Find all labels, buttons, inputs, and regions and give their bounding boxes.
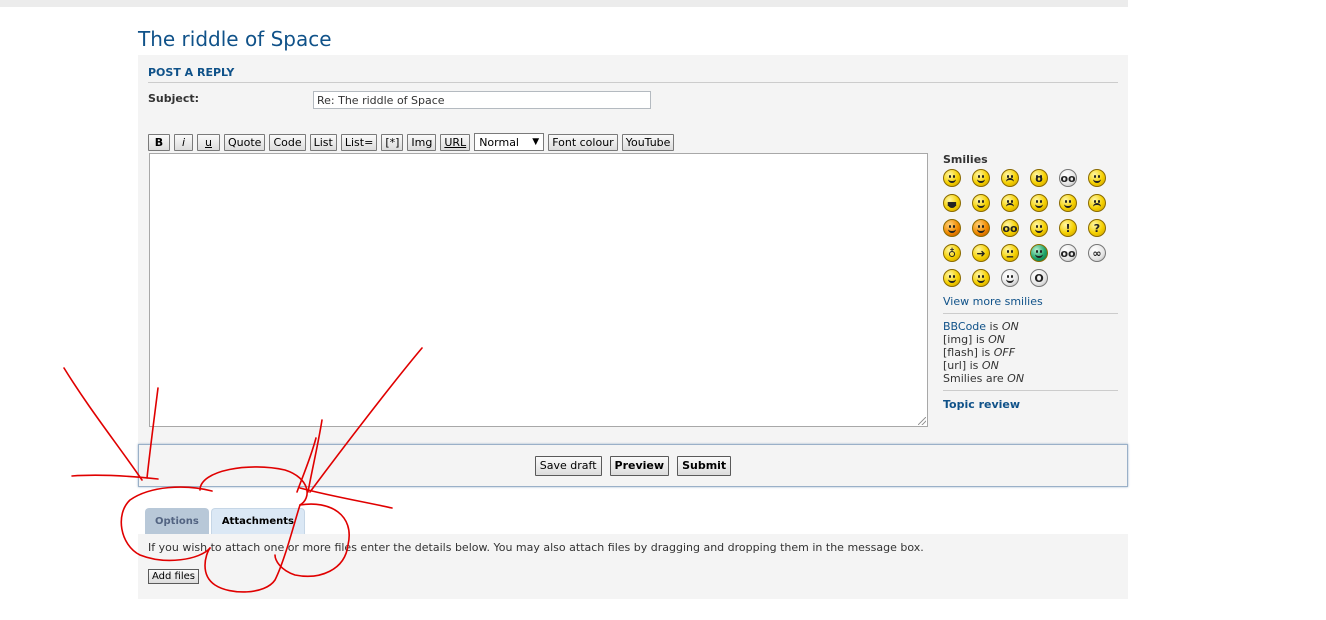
- preview-button[interactable]: Preview: [609, 455, 670, 476]
- smiley-twisted-evil-icon[interactable]: [972, 219, 990, 237]
- smiley-surprised-icon[interactable]: o: [1030, 169, 1048, 187]
- save-draft-button[interactable]: Save draft: [534, 455, 602, 476]
- bbcode-toolbar: B i u Quote Code List List= [*] Img URL …: [148, 132, 675, 152]
- smilies-status: Smilies are ON: [943, 372, 1025, 385]
- section-title: POST A REPLY: [148, 66, 1118, 83]
- smilies-sidebar: Smilies o oo ▬ oo ! ? ♁ ➜ ‒ oo ∞ O View …: [943, 153, 1118, 411]
- smiley-question-icon[interactable]: ?: [1088, 219, 1106, 237]
- smiley-very-happy-icon[interactable]: [943, 169, 961, 187]
- list-item-button[interactable]: [*]: [381, 133, 404, 151]
- submit-button[interactable]: Submit: [677, 455, 732, 476]
- smiley-confused-icon[interactable]: [1088, 169, 1106, 187]
- img-status: [img] is ON: [943, 333, 1006, 346]
- resize-grip-icon[interactable]: [918, 417, 926, 425]
- bbcode-link[interactable]: BBCode: [943, 320, 986, 333]
- url-status: [url] is ON: [943, 359, 999, 372]
- smiley-rolling-eyes-icon[interactable]: oo: [1001, 219, 1019, 237]
- attachments-instructions: If you wish to attach one or more files …: [148, 541, 924, 554]
- flash-status: [flash] is OFF: [943, 346, 1016, 359]
- smilies-grid: o oo ▬ oo ! ? ♁ ➜ ‒ oo ∞ O: [943, 169, 1118, 287]
- posting-status: BBCode is ON [img] is ON [flash] is OFF …: [943, 320, 1118, 391]
- annotation-arrow-left: [63, 367, 143, 481]
- bbcode-status: BBCode is ON: [943, 320, 1019, 333]
- font-size-value: Normal: [479, 135, 519, 149]
- code-button[interactable]: Code: [269, 133, 306, 151]
- smiley-razz-icon[interactable]: [1030, 194, 1048, 212]
- form-tabs: Options Attachments: [145, 508, 305, 534]
- italic-button[interactable]: i: [174, 133, 193, 151]
- subject-label: Subject:: [148, 92, 200, 105]
- ordered-list-button[interactable]: List=: [340, 133, 378, 151]
- post-form-panel: POST A REPLY Subject: B i u Quote Code L…: [138, 55, 1128, 444]
- topic-review-link[interactable]: Topic review: [943, 398, 1118, 411]
- font-size-select[interactable]: Normal ▼: [474, 133, 545, 151]
- smiley-sad-icon[interactable]: [1001, 169, 1019, 187]
- smiley-eek-icon[interactable]: oo: [1059, 169, 1077, 187]
- font-colour-button[interactable]: Font colour: [548, 133, 618, 151]
- smiley-exclaim-icon[interactable]: !: [1059, 219, 1077, 237]
- smiley-embarrassed-icon[interactable]: [1059, 194, 1077, 212]
- smiley-mr-green-icon[interactable]: [1030, 244, 1048, 262]
- smiley-cool-icon[interactable]: ▬: [943, 194, 961, 212]
- underline-button[interactable]: u: [197, 133, 220, 151]
- smiley-crying-icon[interactable]: [1088, 194, 1106, 212]
- attachments-panel: If you wish to attach one or more files …: [138, 534, 1128, 599]
- smiley-evil-icon[interactable]: [943, 219, 961, 237]
- smiley-thinking-icon[interactable]: [1001, 269, 1019, 287]
- youtube-button[interactable]: YouTube: [621, 133, 675, 151]
- dropdown-arrow-icon: ▼: [532, 137, 540, 147]
- page-title[interactable]: The riddle of Space: [138, 27, 332, 51]
- view-more-smilies-link[interactable]: View more smilies: [943, 295, 1118, 314]
- smiley-ugeek-icon[interactable]: ∞: [1088, 244, 1106, 262]
- smilies-title: Smilies: [943, 153, 988, 166]
- smiley-idea-icon[interactable]: ♁: [943, 244, 961, 262]
- top-bar: [0, 0, 1128, 7]
- smiley-neutral-icon[interactable]: ‒: [1001, 244, 1019, 262]
- smiley-grin-icon[interactable]: [943, 269, 961, 287]
- message-textarea[interactable]: [149, 153, 928, 427]
- bold-button[interactable]: B: [148, 133, 170, 151]
- smiley-geek-icon[interactable]: oo: [1059, 244, 1077, 262]
- smiley-wink-icon[interactable]: [1030, 219, 1048, 237]
- list-button[interactable]: List: [309, 133, 337, 151]
- img-button[interactable]: Img: [407, 133, 437, 151]
- tab-attachments[interactable]: Attachments: [210, 508, 305, 534]
- url-button[interactable]: URL: [440, 133, 471, 151]
- smiley-mad-icon[interactable]: [1001, 194, 1019, 212]
- quote-button[interactable]: Quote: [224, 133, 266, 151]
- add-files-button[interactable]: Add files: [148, 569, 199, 584]
- smiley-shocked-icon[interactable]: O: [1030, 269, 1048, 287]
- tab-options[interactable]: Options: [145, 508, 209, 534]
- submit-bar: Save draft Preview Submit: [138, 444, 1128, 487]
- smiley-laughing-icon[interactable]: [972, 194, 990, 212]
- smiley-pointing-icon[interactable]: [972, 269, 990, 287]
- smiley-arrow-icon[interactable]: ➜: [972, 244, 990, 262]
- subject-input[interactable]: [313, 91, 651, 109]
- smiley-smile-icon[interactable]: [972, 169, 990, 187]
